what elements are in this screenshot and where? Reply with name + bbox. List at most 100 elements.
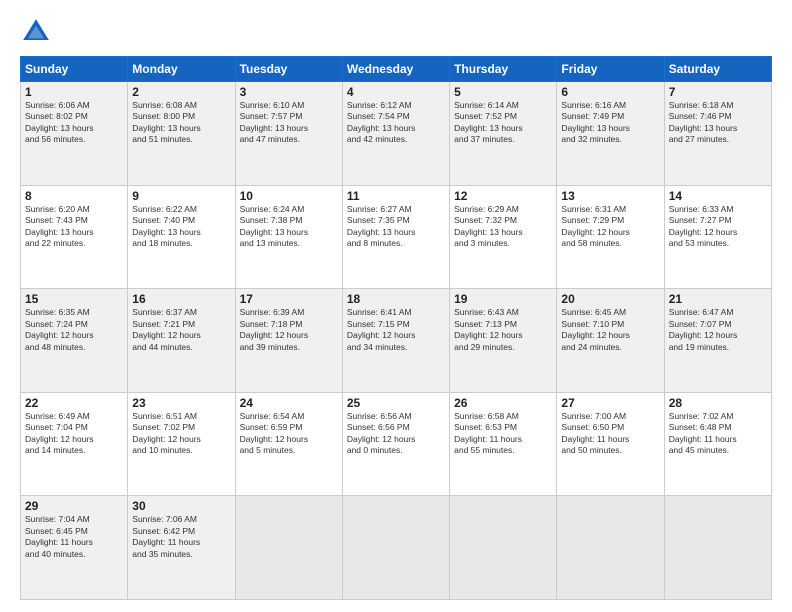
day-info: Sunrise: 6:12 AMSunset: 7:54 PMDaylight:… [347,100,445,146]
calendar-header-thursday: Thursday [450,57,557,82]
day-info: Sunrise: 6:22 AMSunset: 7:40 PMDaylight:… [132,204,230,250]
calendar-cell: 18Sunrise: 6:41 AMSunset: 7:15 PMDayligh… [342,289,449,393]
day-info: Sunrise: 6:20 AMSunset: 7:43 PMDaylight:… [25,204,123,250]
calendar-header-row: SundayMondayTuesdayWednesdayThursdayFrid… [21,57,772,82]
calendar-header-wednesday: Wednesday [342,57,449,82]
day-number: 23 [132,396,230,410]
calendar-cell: 30Sunrise: 7:06 AMSunset: 6:42 PMDayligh… [128,496,235,600]
day-info: Sunrise: 6:10 AMSunset: 7:57 PMDaylight:… [240,100,338,146]
calendar-cell: 12Sunrise: 6:29 AMSunset: 7:32 PMDayligh… [450,185,557,289]
day-info: Sunrise: 6:37 AMSunset: 7:21 PMDaylight:… [132,307,230,353]
day-info: Sunrise: 6:45 AMSunset: 7:10 PMDaylight:… [561,307,659,353]
day-info: Sunrise: 7:06 AMSunset: 6:42 PMDaylight:… [132,514,230,560]
day-info: Sunrise: 7:00 AMSunset: 6:50 PMDaylight:… [561,411,659,457]
calendar-cell: 9Sunrise: 6:22 AMSunset: 7:40 PMDaylight… [128,185,235,289]
day-number: 2 [132,85,230,99]
calendar-cell: 1Sunrise: 6:06 AMSunset: 8:02 PMDaylight… [21,82,128,186]
calendar-cell: 20Sunrise: 6:45 AMSunset: 7:10 PMDayligh… [557,289,664,393]
calendar-week-row: 29Sunrise: 7:04 AMSunset: 6:45 PMDayligh… [21,496,772,600]
day-number: 21 [669,292,767,306]
calendar-cell: 27Sunrise: 7:00 AMSunset: 6:50 PMDayligh… [557,392,664,496]
calendar-week-row: 22Sunrise: 6:49 AMSunset: 7:04 PMDayligh… [21,392,772,496]
calendar-cell: 2Sunrise: 6:08 AMSunset: 8:00 PMDaylight… [128,82,235,186]
day-number: 16 [132,292,230,306]
calendar-cell: 22Sunrise: 6:49 AMSunset: 7:04 PMDayligh… [21,392,128,496]
day-info: Sunrise: 6:06 AMSunset: 8:02 PMDaylight:… [25,100,123,146]
calendar-header-friday: Friday [557,57,664,82]
calendar-table: SundayMondayTuesdayWednesdayThursdayFrid… [20,56,772,600]
day-info: Sunrise: 6:49 AMSunset: 7:04 PMDaylight:… [25,411,123,457]
calendar-cell: 21Sunrise: 6:47 AMSunset: 7:07 PMDayligh… [664,289,771,393]
calendar-cell: 3Sunrise: 6:10 AMSunset: 7:57 PMDaylight… [235,82,342,186]
calendar-cell: 28Sunrise: 7:02 AMSunset: 6:48 PMDayligh… [664,392,771,496]
calendar-week-row: 1Sunrise: 6:06 AMSunset: 8:02 PMDaylight… [21,82,772,186]
day-number: 26 [454,396,552,410]
day-number: 8 [25,189,123,203]
day-number: 1 [25,85,123,99]
calendar-week-row: 15Sunrise: 6:35 AMSunset: 7:24 PMDayligh… [21,289,772,393]
day-info: Sunrise: 6:54 AMSunset: 6:59 PMDaylight:… [240,411,338,457]
calendar-cell: 13Sunrise: 6:31 AMSunset: 7:29 PMDayligh… [557,185,664,289]
calendar-cell: 7Sunrise: 6:18 AMSunset: 7:46 PMDaylight… [664,82,771,186]
calendar-cell: 26Sunrise: 6:58 AMSunset: 6:53 PMDayligh… [450,392,557,496]
day-number: 3 [240,85,338,99]
day-info: Sunrise: 6:18 AMSunset: 7:46 PMDaylight:… [669,100,767,146]
calendar-cell: 24Sunrise: 6:54 AMSunset: 6:59 PMDayligh… [235,392,342,496]
calendar-header-saturday: Saturday [664,57,771,82]
day-number: 27 [561,396,659,410]
day-number: 12 [454,189,552,203]
calendar-cell [450,496,557,600]
day-number: 22 [25,396,123,410]
day-info: Sunrise: 6:41 AMSunset: 7:15 PMDaylight:… [347,307,445,353]
day-number: 30 [132,499,230,513]
day-info: Sunrise: 6:14 AMSunset: 7:52 PMDaylight:… [454,100,552,146]
day-number: 11 [347,189,445,203]
day-number: 18 [347,292,445,306]
day-number: 14 [669,189,767,203]
calendar-cell: 16Sunrise: 6:37 AMSunset: 7:21 PMDayligh… [128,289,235,393]
day-number: 7 [669,85,767,99]
calendar-cell: 29Sunrise: 7:04 AMSunset: 6:45 PMDayligh… [21,496,128,600]
day-number: 10 [240,189,338,203]
calendar-cell: 5Sunrise: 6:14 AMSunset: 7:52 PMDaylight… [450,82,557,186]
day-number: 17 [240,292,338,306]
day-number: 6 [561,85,659,99]
day-info: Sunrise: 7:04 AMSunset: 6:45 PMDaylight:… [25,514,123,560]
day-number: 29 [25,499,123,513]
calendar-cell: 8Sunrise: 6:20 AMSunset: 7:43 PMDaylight… [21,185,128,289]
calendar-cell: 11Sunrise: 6:27 AMSunset: 7:35 PMDayligh… [342,185,449,289]
calendar-cell [557,496,664,600]
day-info: Sunrise: 6:33 AMSunset: 7:27 PMDaylight:… [669,204,767,250]
day-number: 9 [132,189,230,203]
calendar-cell [342,496,449,600]
day-info: Sunrise: 6:51 AMSunset: 7:02 PMDaylight:… [132,411,230,457]
day-number: 4 [347,85,445,99]
day-info: Sunrise: 6:24 AMSunset: 7:38 PMDaylight:… [240,204,338,250]
header [20,16,772,48]
day-info: Sunrise: 6:29 AMSunset: 7:32 PMDaylight:… [454,204,552,250]
logo-icon [20,16,52,48]
day-info: Sunrise: 6:39 AMSunset: 7:18 PMDaylight:… [240,307,338,353]
day-info: Sunrise: 6:31 AMSunset: 7:29 PMDaylight:… [561,204,659,250]
calendar-week-row: 8Sunrise: 6:20 AMSunset: 7:43 PMDaylight… [21,185,772,289]
calendar-cell [664,496,771,600]
day-number: 28 [669,396,767,410]
day-info: Sunrise: 6:58 AMSunset: 6:53 PMDaylight:… [454,411,552,457]
calendar-header-tuesday: Tuesday [235,57,342,82]
calendar-cell: 25Sunrise: 6:56 AMSunset: 6:56 PMDayligh… [342,392,449,496]
day-number: 5 [454,85,552,99]
day-info: Sunrise: 6:16 AMSunset: 7:49 PMDaylight:… [561,100,659,146]
day-info: Sunrise: 6:27 AMSunset: 7:35 PMDaylight:… [347,204,445,250]
calendar-cell: 19Sunrise: 6:43 AMSunset: 7:13 PMDayligh… [450,289,557,393]
day-info: Sunrise: 7:02 AMSunset: 6:48 PMDaylight:… [669,411,767,457]
calendar-cell [235,496,342,600]
page: SundayMondayTuesdayWednesdayThursdayFrid… [0,0,792,612]
day-number: 15 [25,292,123,306]
logo [20,16,56,48]
day-info: Sunrise: 6:43 AMSunset: 7:13 PMDaylight:… [454,307,552,353]
day-number: 20 [561,292,659,306]
day-number: 24 [240,396,338,410]
calendar-cell: 17Sunrise: 6:39 AMSunset: 7:18 PMDayligh… [235,289,342,393]
day-info: Sunrise: 6:56 AMSunset: 6:56 PMDaylight:… [347,411,445,457]
calendar-cell: 15Sunrise: 6:35 AMSunset: 7:24 PMDayligh… [21,289,128,393]
